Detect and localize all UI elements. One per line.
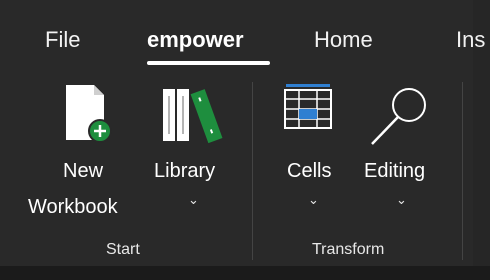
group-label-start: Start	[106, 241, 140, 258]
ribbon-bottom-edge	[0, 266, 490, 280]
editing-button[interactable]: Editing ⌄	[358, 84, 444, 224]
new-workbook-icon	[66, 85, 112, 143]
tab-insert[interactable]: Ins	[456, 27, 485, 53]
new-workbook-label-line1: New	[63, 160, 104, 182]
group-separator	[252, 82, 253, 260]
tab-file[interactable]: File	[45, 27, 80, 53]
library-button[interactable]: Library ⌄	[152, 84, 236, 224]
library-books-icon	[163, 89, 223, 144]
tab-home[interactable]: Home	[314, 27, 373, 53]
magnifier-icon	[371, 88, 426, 145]
library-label: Library	[154, 160, 216, 182]
group-label-transform: Transform	[312, 241, 385, 258]
editing-dropdown-chevron-icon: ⌄	[396, 192, 407, 207]
active-tab-indicator	[147, 61, 270, 65]
tab-empower[interactable]: empower	[147, 27, 244, 53]
new-workbook-label-line2: Workbook	[28, 196, 118, 218]
cells-dropdown-chevron-icon: ⌄	[308, 192, 319, 207]
cells-label: Cells	[287, 160, 332, 182]
editing-label: Editing	[364, 160, 426, 182]
library-dropdown-chevron-icon: ⌄	[188, 192, 199, 207]
table-cells-icon	[284, 84, 332, 129]
group-separator	[462, 82, 463, 260]
new-workbook-button[interactable]: New Workbook	[28, 84, 148, 230]
cells-button[interactable]: Cells ⌄	[280, 84, 344, 224]
